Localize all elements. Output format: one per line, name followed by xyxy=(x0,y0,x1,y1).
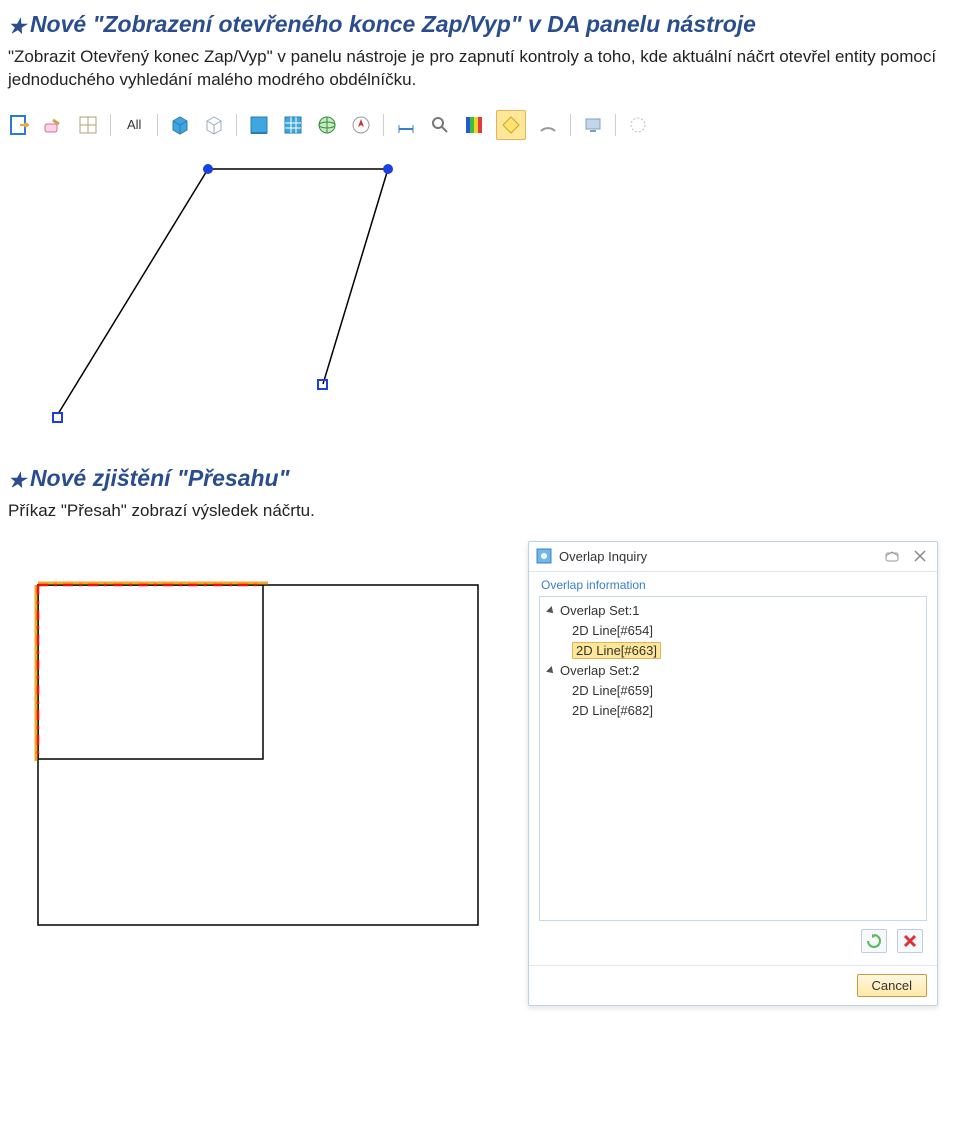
panel-app-icon xyxy=(535,547,553,565)
tree-item-label: 2D Line[#682] xyxy=(572,703,653,718)
panel-footer: Cancel xyxy=(529,965,937,1005)
tree-item-label: 2D Line[#654] xyxy=(572,623,653,638)
group-label: Overlap information xyxy=(541,578,927,592)
separator xyxy=(570,114,571,136)
open-end-marker xyxy=(52,412,63,423)
heading-text-1: Nové "Zobrazení otevřeného konce Zap/Vyp… xyxy=(30,11,756,37)
solid-cube-icon[interactable] xyxy=(168,113,192,137)
heading-open-end: ★Nové "Zobrazení otevřeného konce Zap/Vy… xyxy=(8,10,952,40)
magnifier-icon[interactable] xyxy=(428,113,452,137)
tree-item[interactable]: 2D Line[#682] xyxy=(540,701,926,721)
tree-group[interactable]: Overlap Set:2 xyxy=(540,661,926,681)
separator xyxy=(383,114,384,136)
arc-icon[interactable] xyxy=(536,113,560,137)
overlap-sketch xyxy=(18,561,528,931)
expand-icon xyxy=(546,666,556,676)
heading-overlap: ★Nové zjištění "Přesahu" xyxy=(8,464,952,494)
endpoint-dot xyxy=(203,164,213,174)
tree-item[interactable]: 2D Line[#654] xyxy=(540,621,926,641)
open-end-toggle[interactable] xyxy=(496,110,526,140)
dimension-icon[interactable] xyxy=(394,113,418,137)
separator xyxy=(615,114,616,136)
sketch-open-end xyxy=(18,154,538,454)
dots-circle-icon[interactable] xyxy=(626,113,650,137)
close-icon[interactable] xyxy=(909,547,931,565)
palette-icon[interactable] xyxy=(462,113,486,137)
grid-icon[interactable] xyxy=(76,113,100,137)
paragraph-overlap: Příkaz "Přesah" zobrazí výsledek náčrtu. xyxy=(8,500,952,523)
tree-item[interactable]: 2D Line[#659] xyxy=(540,681,926,701)
expand-icon xyxy=(546,606,556,616)
exit-icon[interactable] xyxy=(8,113,32,137)
panel-body: Overlap information Overlap Set:1 2D Line… xyxy=(529,572,937,965)
filter-label[interactable]: All xyxy=(121,117,147,132)
delete-button[interactable] xyxy=(897,929,923,953)
cancel-button[interactable]: Cancel xyxy=(857,974,927,997)
plane-icon[interactable] xyxy=(247,113,271,137)
separator xyxy=(110,114,111,136)
eraser-icon[interactable] xyxy=(42,113,66,137)
endpoint-dot xyxy=(383,164,393,174)
grid-blue-icon[interactable] xyxy=(281,113,305,137)
globe-icon[interactable] xyxy=(315,113,339,137)
panel-action-icons xyxy=(539,921,927,957)
tree-group-label: Overlap Set:1 xyxy=(560,603,640,618)
overlap-tree[interactable]: Overlap Set:1 2D Line[#654] 2D Line[#663] O… xyxy=(539,596,927,921)
open-end-marker xyxy=(317,379,328,390)
heading-text-2: Nové zjištění "Přesahu" xyxy=(30,465,290,491)
open-end-icon xyxy=(499,113,523,137)
monitor-icon[interactable] xyxy=(581,113,605,137)
toolbar-da: All xyxy=(8,110,952,140)
tree-item-label: 2D Line[#663] xyxy=(572,642,661,659)
tree-item[interactable]: 2D Line[#663] xyxy=(540,641,926,661)
help-icon[interactable] xyxy=(881,547,903,565)
wire-cube-icon[interactable] xyxy=(202,113,226,137)
panel-titlebar: Overlap Inquiry xyxy=(529,542,937,572)
tree-group[interactable]: Overlap Set:1 xyxy=(540,601,926,621)
star-icon: ★ xyxy=(8,15,26,40)
tree-item-label: 2D Line[#659] xyxy=(572,683,653,698)
overlap-inquiry-panel: Overlap Inquiry Overlap information Over… xyxy=(528,541,938,1006)
separator xyxy=(157,114,158,136)
separator xyxy=(236,114,237,136)
panel-title: Overlap Inquiry xyxy=(559,549,875,564)
star-icon: ★ xyxy=(8,469,26,494)
compass-icon[interactable] xyxy=(349,113,373,137)
paragraph-open-end: "Zobrazit Otevřený konec Zap/Vyp" v pane… xyxy=(8,46,952,92)
refresh-button[interactable] xyxy=(861,929,887,953)
tree-group-label: Overlap Set:2 xyxy=(560,663,640,678)
